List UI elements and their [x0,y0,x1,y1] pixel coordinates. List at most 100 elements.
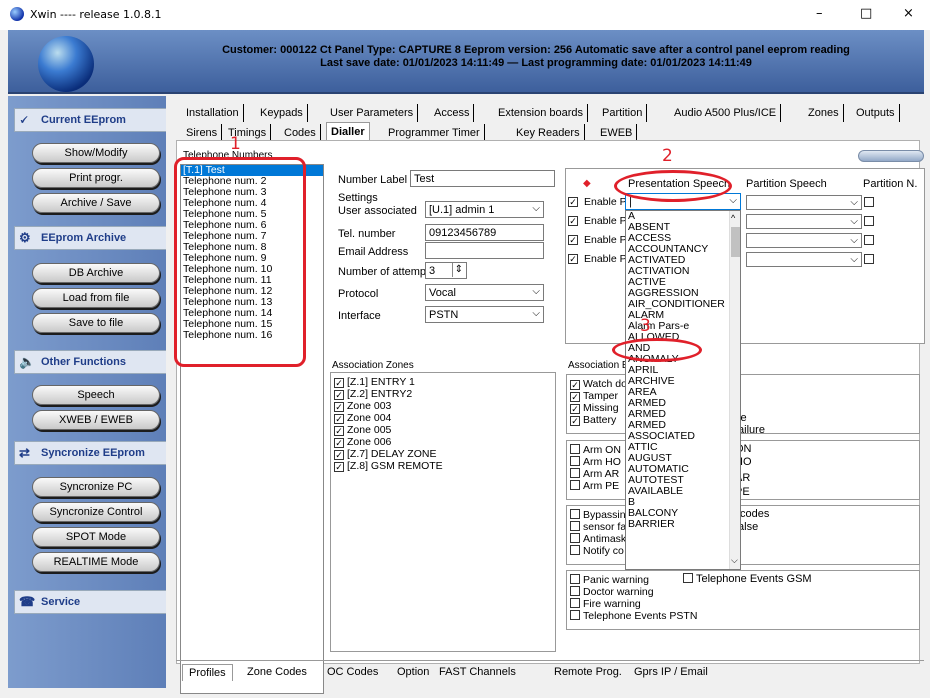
tab-zone-codes[interactable]: Zone Codes [247,666,307,678]
partition-n-checkbox[interactable] [864,216,874,226]
tab-oc-codes[interactable]: OC Codes [327,666,378,678]
event-checkbox[interactable] [570,444,580,454]
tab-fast-channels[interactable]: FAST Channels [439,666,516,678]
enable-checkbox[interactable]: ✓ [568,235,578,245]
partition-n-checkbox[interactable] [864,235,874,245]
email-input[interactable] [425,242,544,259]
association-zones-list[interactable]: ✓ [Z.1] ENTRY 1 ✓ [Z.2] ENTRY2 ✓ Zone 003 ✓ Zon… [330,372,556,652]
zone-item[interactable]: ✓ Zone 004 [334,412,552,424]
interface-select[interactable]: PSTN ⌵ [425,306,544,323]
zone-checkbox[interactable]: ✓ [334,450,344,460]
tab-profiles[interactable]: Profiles [182,664,233,681]
event-checkbox[interactable]: ✓ [570,392,580,402]
zone-checkbox[interactable]: ✓ [334,426,344,436]
syncronize-control-button[interactable]: Syncronize Control [32,502,160,522]
archive-save-button[interactable]: Archive / Save [32,193,160,213]
number-label-input[interactable]: Test [410,170,555,187]
event-checkbox[interactable] [570,598,580,608]
db-archive-button[interactable]: DB Archive [32,263,160,283]
show-modify-button[interactable]: Show/Modify [32,143,160,163]
zone-item[interactable]: ✓ Zone 005 [334,424,552,436]
dropdown-scrollbar[interactable]: ^ ⌵ [729,211,740,569]
enable-checkbox[interactable]: ✓ [568,254,578,264]
event-item[interactable]: ✓ Watch do [570,378,916,390]
event-checkbox[interactable] [570,521,580,531]
tab-audio[interactable]: Audio A500 Plus/ICE [670,104,782,122]
spinner-icon[interactable]: ⇕ [451,263,463,277]
enable-checkbox[interactable]: ✓ [568,197,578,207]
close-button[interactable]: × [903,6,914,21]
tab-outputs[interactable]: Outputs [852,104,900,122]
event-item[interactable]: Doctor warning [570,586,916,598]
protocol-select[interactable]: Vocal ⌵ [425,284,544,301]
scroll-up-icon[interactable]: ^ [731,213,735,224]
scroll-thumb[interactable] [731,227,740,257]
zone-checkbox[interactable]: ✓ [334,378,344,388]
partition-n-checkbox[interactable] [864,197,874,207]
tab-option[interactable]: Option [397,666,429,678]
tab-remote-prog[interactable]: Remote Prog. [554,666,622,678]
zone-checkbox[interactable]: ✓ [334,462,344,472]
zone-item[interactable]: ✓ [Z.8] GSM REMOTE [334,460,552,472]
zone-item[interactable]: ✓ [Z.7] DELAY ZONE [334,448,552,460]
section-syncronize-eeprom[interactable]: ⇄ Syncronize EEprom [14,441,172,465]
partition-speech-select[interactable]: ⌵ [746,233,862,248]
minimize-button[interactable]: – [816,6,823,21]
zone-checkbox[interactable]: ✓ [334,390,344,400]
event-item[interactable]: Fire warning [570,598,916,610]
tab-user-parameters[interactable]: User Parameters [326,104,419,122]
event-checkbox[interactable]: ✓ [570,404,580,414]
partition-speech-select[interactable]: ⌵ [746,195,862,210]
realtime-mode-button[interactable]: REALTIME Mode [32,552,160,572]
tab-zones[interactable]: Zones [804,104,844,122]
scroll-down-icon[interactable]: ⌵ [731,555,738,566]
event-item[interactable]: Telephone Events PSTN [570,610,916,622]
zone-item[interactable]: ✓ [Z.1] ENTRY 1 [334,376,552,388]
partition-speech-select[interactable]: ⌵ [746,252,862,267]
section-current-eeprom[interactable]: 🗸 Current EEprom [14,108,172,132]
tab-gprs-ip-email[interactable]: Gprs IP / Email [634,666,708,678]
zone-item[interactable]: ✓ Zone 003 [334,400,552,412]
dropdown-option[interactable]: AVAILABLE [626,486,740,497]
zone-checkbox[interactable]: ✓ [334,438,344,448]
event-checkbox[interactable] [570,533,580,543]
event-item[interactable]: ✓ Tamper [570,390,916,402]
checkbox[interactable] [683,573,693,583]
syncronize-pc-button[interactable]: Syncronize PC [32,477,160,497]
event-item[interactable]: Notify co [570,545,916,557]
telephone-events-gsm[interactable]: Telephone Events GSM [683,573,812,585]
event-checkbox[interactable] [570,456,580,466]
presentation-speech-dropdown[interactable]: A ABSENT ACCESS ACCOUNTANCY ACTIVATED ACTIVAT… [625,210,741,570]
attempts-spinner[interactable]: 3 ⇕ [425,262,467,279]
event-checkbox[interactable] [570,509,580,519]
event-checkbox[interactable] [570,480,580,490]
partition-n-checkbox[interactable] [864,254,874,264]
tab-installation[interactable]: Installation [182,104,244,122]
event-checkbox[interactable] [570,610,580,620]
tab-extension-boards[interactable]: Extension boards [494,104,588,122]
tab-partition[interactable]: Partition [598,104,648,122]
zone-item[interactable]: ✓ Zone 006 [334,436,552,448]
event-checkbox[interactable] [570,586,580,596]
section-other-functions[interactable]: 🔈 Other Functions [14,350,172,374]
load-from-file-button[interactable]: Load from file [32,288,160,308]
maximize-button[interactable]: □ [860,6,872,21]
save-to-file-button[interactable]: Save to file [32,313,160,333]
section-eeprom-archive[interactable]: ⚙ EEprom Archive [14,226,172,250]
enable-checkbox[interactable]: ✓ [568,216,578,226]
xweb-eweb-button[interactable]: XWEB / EWEB [32,410,160,430]
event-checkbox[interactable] [570,545,580,555]
event-checkbox[interactable] [570,574,580,584]
zone-checkbox[interactable]: ✓ [334,402,344,412]
edit-shortcut-button[interactable] [858,150,924,162]
spot-mode-button[interactable]: SPOT Mode [32,527,160,547]
partition-speech-select[interactable]: ⌵ [746,214,862,229]
event-item[interactable]: Antimask [570,533,916,545]
tab-keypads[interactable]: Keypads [256,104,308,122]
user-associated-select[interactable]: [U.1] admin 1 ⌵ [425,201,544,218]
speech-button[interactable]: Speech [32,385,160,405]
section-service[interactable]: ☎ Service [14,590,172,614]
zone-checkbox[interactable]: ✓ [334,414,344,424]
tel-number-input[interactable]: 09123456789 [425,224,544,241]
dropdown-option[interactable]: BARRIER [626,519,740,530]
